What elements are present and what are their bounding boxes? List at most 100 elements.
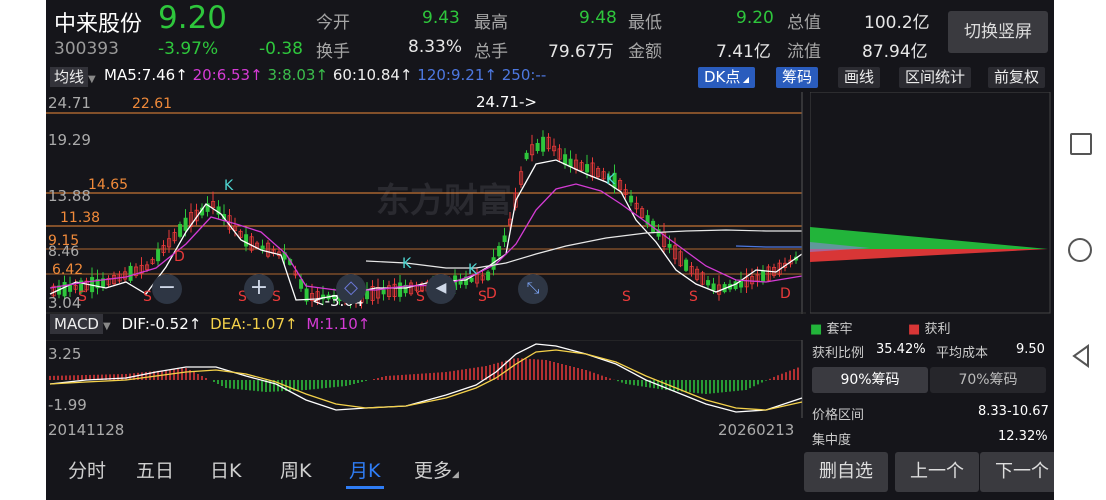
diamond-icon: ◇ <box>344 277 358 298</box>
level-label-22-61: 22.61 <box>132 96 173 112</box>
candle-body <box>629 195 634 203</box>
switch-portrait-button[interactable]: 切换竖屏 <box>948 11 1048 53</box>
collapse-arrows-icon: ⤡ <box>526 278 540 297</box>
tab-more-label: 更多 <box>414 460 453 482</box>
draw-line-button[interactable]: 画线 <box>838 67 881 88</box>
candle-body <box>706 280 711 286</box>
reset-zoom-button[interactable]: ⤡ <box>518 274 548 304</box>
scroll-left-button[interactable]: ◀ <box>426 274 456 304</box>
signal-s: S <box>143 289 152 305</box>
range-stats-button[interactable]: 区间统计 <box>899 67 972 88</box>
end-date: 20260213 <box>718 421 795 439</box>
chip-panel-border <box>810 92 1051 314</box>
low-value: 9.20 <box>736 8 774 28</box>
candle-body <box>486 271 491 281</box>
signal-s: S <box>416 289 425 305</box>
tab-daily-label: 日K <box>210 460 242 482</box>
candle-body <box>524 152 529 160</box>
amount-value: 7.41亿 <box>716 42 771 62</box>
pan-button[interactable]: ◇ <box>336 274 366 304</box>
candle-body <box>667 243 672 248</box>
zoom-out-button[interactable]: − <box>152 274 182 304</box>
candle-body <box>761 270 766 282</box>
zoom-in-button[interactable]: + <box>244 274 274 304</box>
tab-weekly[interactable]: 周K <box>280 456 311 483</box>
signal-s: S <box>78 289 87 305</box>
price-axis-5: 8.46 <box>48 244 80 260</box>
next-stock-button[interactable]: 下一个 <box>980 452 1054 492</box>
concentration-value: 12.32% <box>998 429 1048 444</box>
candle-body <box>183 217 188 231</box>
total-value: 100.2亿 <box>864 13 930 33</box>
signal-s: S <box>622 289 631 305</box>
signal-d: D <box>174 249 185 265</box>
ma60-arrow-icon: ↑ <box>399 66 413 84</box>
candle-body <box>497 246 502 257</box>
m-arrow-icon: ↑ <box>357 315 371 333</box>
price-range-value: 8.33-10.67 <box>978 404 1049 419</box>
macd-axis-bottom: -1.99 <box>48 396 87 414</box>
ma250-value: 250:-- <box>501 66 547 84</box>
chip-distribution <box>810 92 1051 314</box>
legend-profit: ■ 获利 <box>908 318 950 337</box>
level-label-14-65: 14.65 <box>88 177 129 193</box>
ma60-value: 60:10.84 <box>332 66 400 84</box>
tab-monthly[interactable]: 月K <box>349 456 380 483</box>
adjust-button[interactable]: 前复权 <box>988 67 1046 88</box>
tab-70-chips[interactable]: 70%筹码 <box>930 367 1046 393</box>
price-axis-2: 19.29 <box>48 131 91 149</box>
concentration-label: 集中度 <box>812 433 852 448</box>
legend-trapped-label: 套牢 <box>826 322 853 337</box>
legend-trapped: ■ 套牢 <box>810 318 852 337</box>
dropdown-triangle-icon: ▼ <box>102 321 111 332</box>
tab-daily[interactable]: 日K <box>210 456 241 483</box>
tab-active-indicator <box>346 486 384 489</box>
dea-value: DEA:-1.07 <box>210 315 286 333</box>
signal-k: K <box>606 172 616 188</box>
level-label-11-38: 11.38 <box>60 210 101 226</box>
back-icon[interactable] <box>1070 344 1092 368</box>
tab-five-day[interactable]: 五日 <box>136 456 174 483</box>
amount-label: 金额 <box>628 42 662 62</box>
corner-triangle-icon: ◢ <box>740 75 750 84</box>
home-icon[interactable] <box>1068 238 1092 262</box>
low-label: 最低 <box>628 13 662 33</box>
ma120-line <box>735 245 802 248</box>
change-percent: -3.97% <box>158 39 219 59</box>
stock-name: 中来股份 <box>54 12 143 37</box>
recents-icon[interactable] <box>1070 133 1092 155</box>
tab-more[interactable]: 更多◢ <box>414 456 459 483</box>
profit-ratio-value: 35.42% <box>876 342 926 357</box>
macd-selector[interactable]: MACD <box>50 314 103 334</box>
total-value-label: 总值 <box>787 13 821 33</box>
tab-intraday[interactable]: 分时 <box>68 456 106 483</box>
dropdown-triangle-icon: ▼ <box>88 74 96 85</box>
stock-code: 300393 <box>54 39 119 59</box>
previous-stock-button[interactable]: 上一个 <box>895 452 979 492</box>
dk-point-button[interactable]: DK点 ◢ <box>698 67 756 88</box>
tab-90-chips[interactable]: 90%筹码 <box>812 367 928 393</box>
dif-value: DIF:-0.52 <box>121 315 189 333</box>
macd-axis-top: 3.25 <box>48 345 82 363</box>
chip-trapped-band <box>810 249 1048 262</box>
avg-cost-label: 平均成本 <box>936 346 989 361</box>
tab-five-day-label: 五日 <box>136 460 175 482</box>
candle-body <box>535 142 540 152</box>
ma120-arrow-icon: ↑ <box>484 66 497 84</box>
candle-body <box>711 283 716 291</box>
chips-button[interactable]: 筹码 <box>776 67 819 88</box>
plus-icon: + <box>249 275 269 300</box>
high-value: 9.48 <box>579 8 617 28</box>
signal-d: D <box>780 286 791 302</box>
signal-k: K <box>402 256 412 272</box>
candle-body <box>684 259 689 271</box>
candle-body <box>365 289 370 300</box>
ma-selector[interactable]: 均线 ▼ <box>50 66 96 90</box>
remove-favorite-button[interactable]: 删自选 <box>804 452 888 492</box>
candle-body <box>585 164 590 173</box>
signal-s: S <box>689 289 698 305</box>
start-date: 20141128 <box>48 421 125 439</box>
float-value: 87.94亿 <box>862 42 928 62</box>
candle-body <box>381 289 386 295</box>
macd-chart[interactable] <box>46 340 806 418</box>
